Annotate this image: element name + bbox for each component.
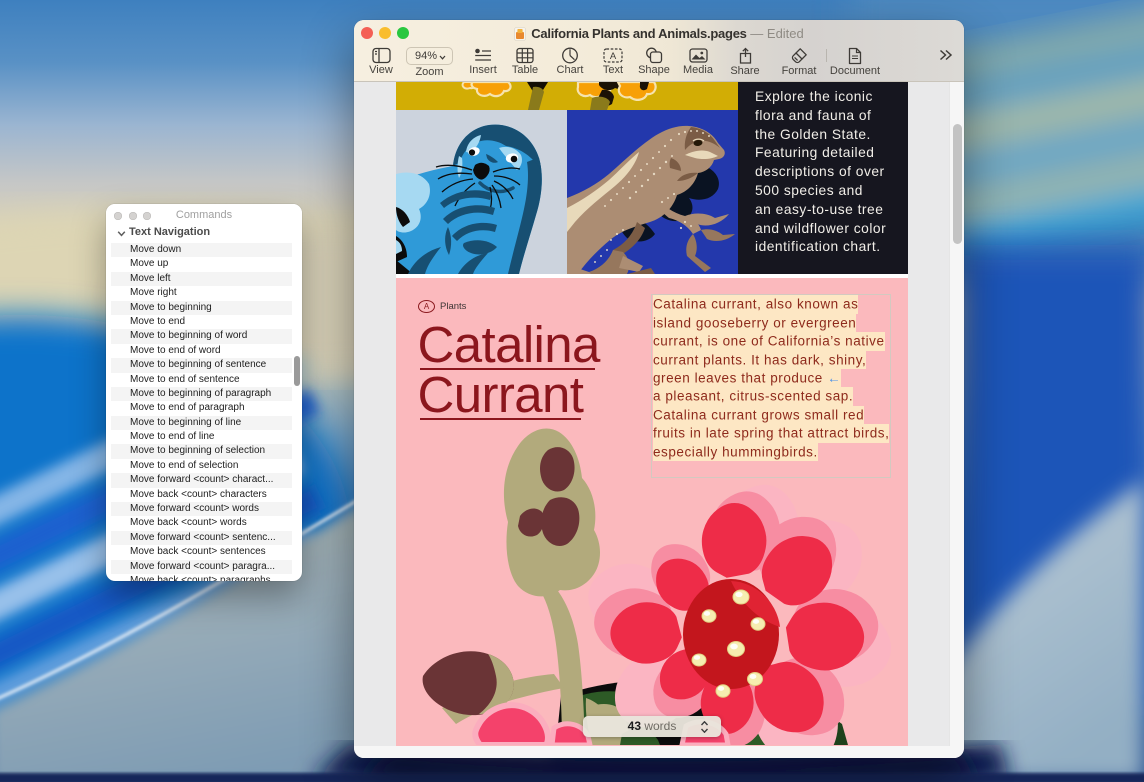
svg-text:A: A [610,51,617,62]
